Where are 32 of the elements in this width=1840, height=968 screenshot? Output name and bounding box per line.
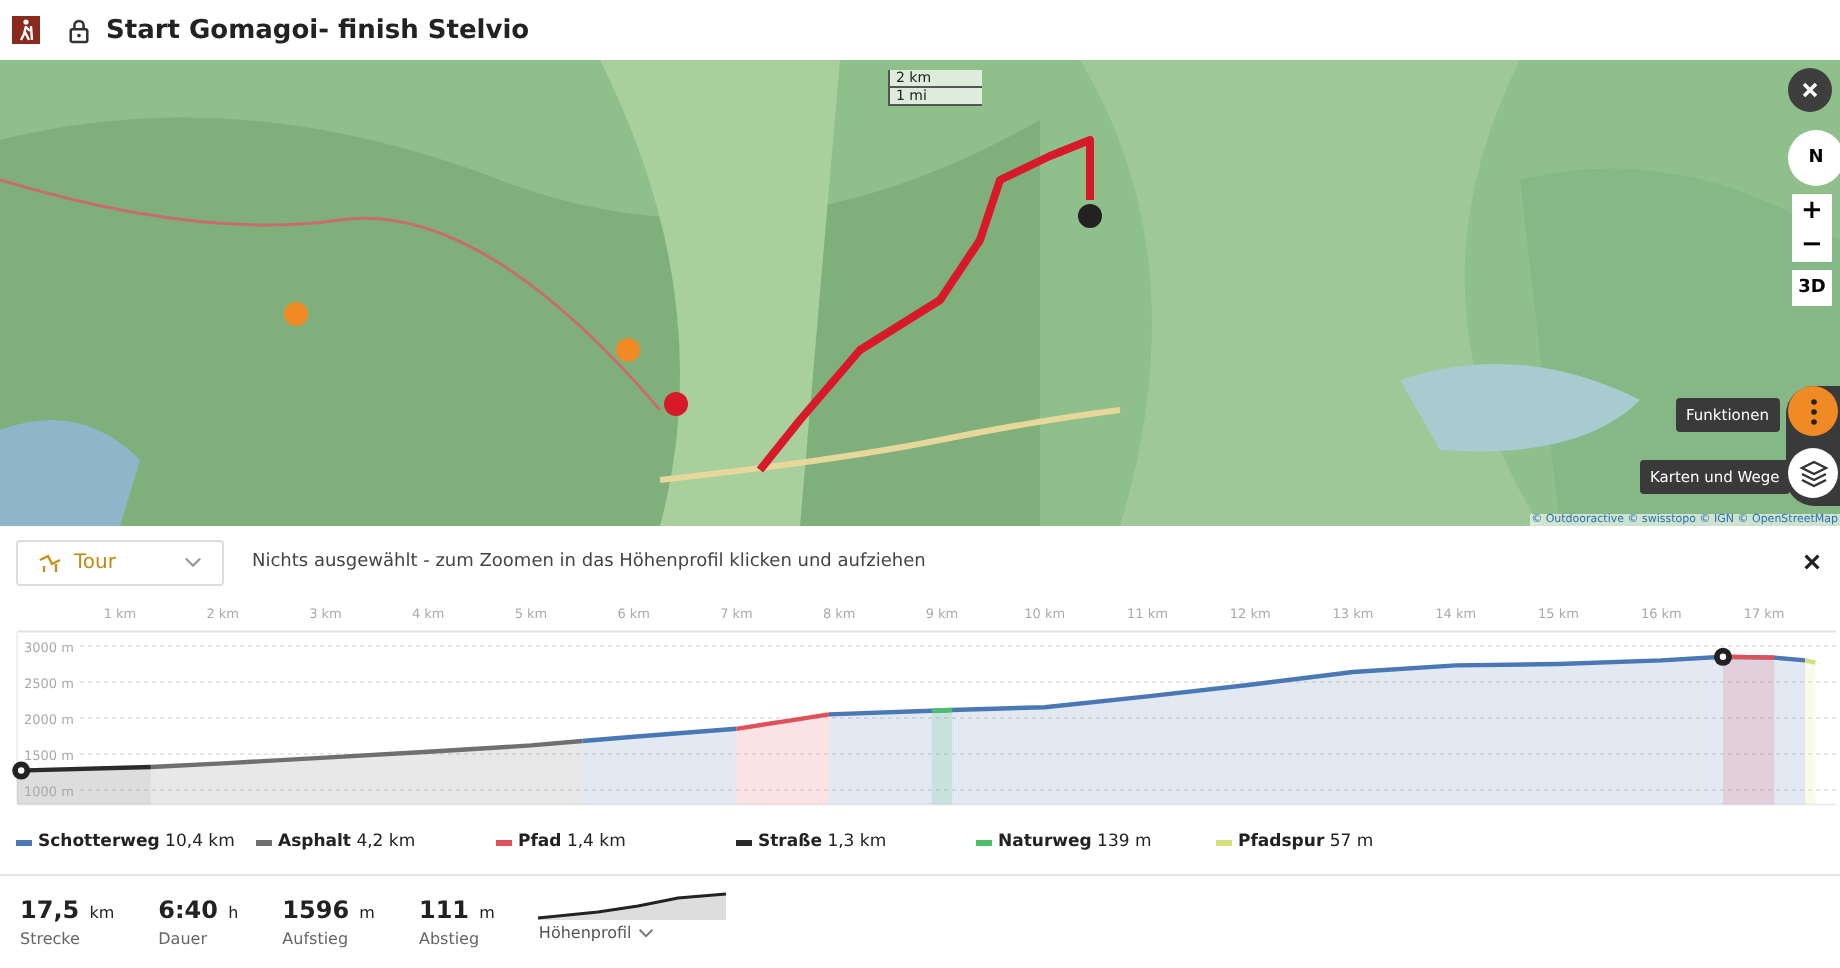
hint-text: Nichts ausgewählt - zum Zoomen in das Höhenprofil klicken und aufziehen [252, 552, 928, 572]
route-icon [38, 552, 62, 572]
legend-label: Straße 1,3 km [758, 832, 887, 852]
zoom-in-button[interactable]: + [1792, 194, 1832, 228]
layers-icon [1797, 457, 1829, 489]
close-icon [1804, 554, 1820, 570]
legend-label: Pfadspur 57 m [1238, 832, 1374, 852]
lock-icon [68, 17, 90, 43]
hiker-icon [12, 16, 40, 44]
stat-label: Strecke [20, 930, 82, 948]
stat-value: 1596 m [282, 894, 375, 926]
start-marker-icon [12, 761, 31, 780]
legend-label: Naturweg 139 m [998, 832, 1152, 852]
3d-button[interactable]: 3D [1792, 270, 1832, 306]
close-icon [1800, 80, 1820, 100]
stat-label: Aufstieg [282, 930, 351, 948]
more-icon [1809, 397, 1817, 425]
zoom-out-button[interactable]: − [1792, 228, 1832, 262]
stat-value: 17,5 km [20, 894, 115, 926]
route-title: Start Gomagoi- finish Stelvio [106, 15, 530, 45]
chevron-down-icon [637, 928, 654, 938]
legend-label: Asphalt 4,2 km [278, 832, 416, 852]
elevation-profile-toggle[interactable]: Höhenprofil [538, 924, 727, 942]
stat-label: Dauer [158, 930, 209, 948]
finish-marker-icon [1713, 647, 1732, 666]
legend-label: Schotterweg 10,4 km [38, 832, 235, 852]
stat-value: 6:40 h [158, 894, 239, 926]
stat-label: Abstieg [418, 930, 482, 948]
legend-label: Pfad 1,4 km [518, 832, 626, 852]
stat-value: 111 m [418, 894, 495, 926]
close-button[interactable] [1800, 550, 1824, 574]
chevron-down-icon [184, 556, 202, 568]
